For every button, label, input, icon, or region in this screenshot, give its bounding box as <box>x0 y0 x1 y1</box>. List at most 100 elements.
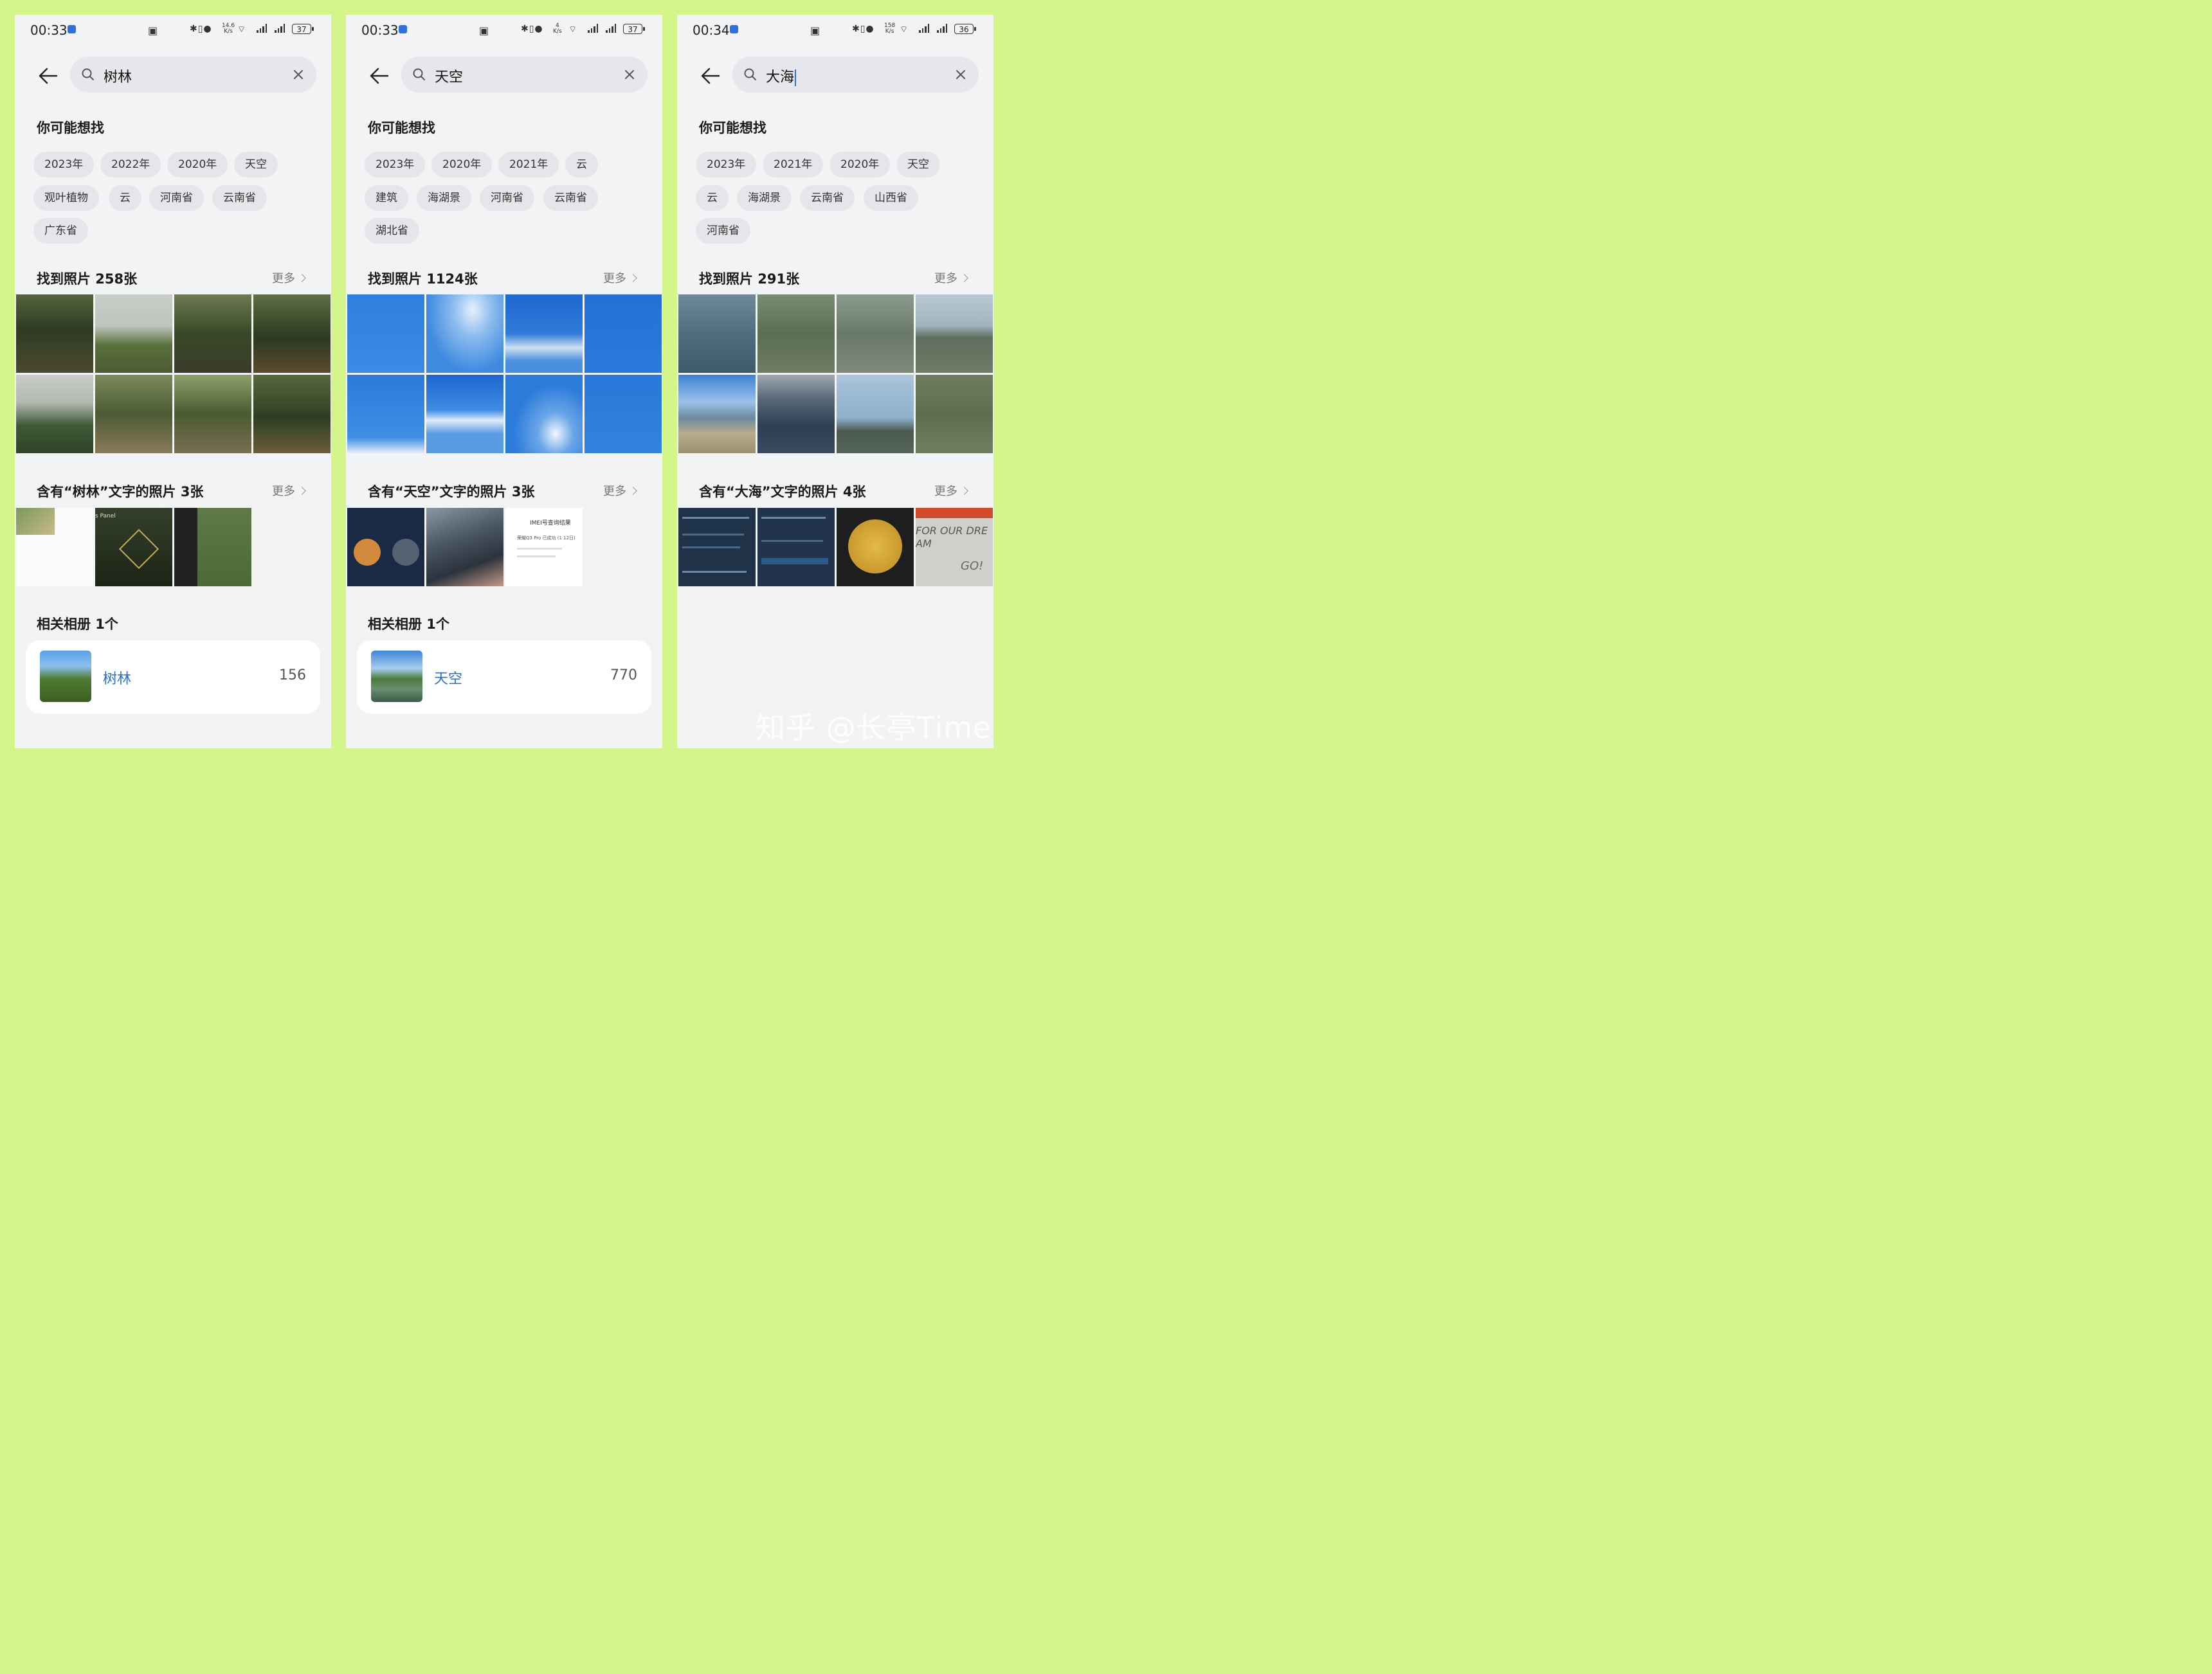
text-photos-more-link[interactable]: 更多 <box>934 482 968 499</box>
photo-thumb[interactable] <box>916 294 993 373</box>
text-photos-more-link[interactable]: 更多 <box>603 482 637 499</box>
suggest-chip[interactable]: 天空 <box>234 152 278 177</box>
signal-icon-2 <box>937 24 947 33</box>
suggest-chip[interactable]: 天空 <box>896 152 940 177</box>
text-photo-thumb[interactable] <box>837 508 914 586</box>
search-input[interactable]: 大海 <box>732 57 979 93</box>
search-query[interactable]: 大海 <box>766 66 797 86</box>
suggest-chip[interactable]: 河南省 <box>696 218 750 244</box>
photo-thumb[interactable] <box>347 375 424 453</box>
chevron-right-icon <box>629 274 637 282</box>
text-photo-thumb[interactable] <box>347 508 424 586</box>
photo-thumb[interactable] <box>585 294 662 373</box>
photo-thumb[interactable] <box>678 294 756 373</box>
text-photo-thumb[interactable] <box>757 508 835 586</box>
text-photo-thumb[interactable] <box>426 508 503 586</box>
text-photos-more-link[interactable]: 更多 <box>272 482 306 499</box>
chevron-right-icon <box>298 487 306 495</box>
photo-thumb[interactable] <box>916 375 993 453</box>
search-icon <box>82 68 94 80</box>
nfc-icon: ▣ <box>148 24 158 37</box>
back-arrow-icon[interactable] <box>37 65 59 87</box>
photo-thumb[interactable] <box>505 375 583 453</box>
text-photos-section-title: 含有“天空”文字的照片 3张 <box>368 484 535 500</box>
text-photo-thumb[interactable]: s Panel <box>95 508 172 586</box>
suggest-chip[interactable]: 2023年 <box>696 152 757 177</box>
photos-more-link[interactable]: 更多 <box>934 269 968 286</box>
bluetooth-vibrate-location-icon: ✱▯● <box>521 24 543 34</box>
photo-thumb[interactable] <box>678 375 756 453</box>
back-arrow-icon[interactable] <box>368 65 390 87</box>
search-input[interactable]: 天空 <box>401 57 648 93</box>
suggest-chip[interactable]: 湖北省 <box>365 218 419 244</box>
suggest-chip[interactable]: 海湖景 <box>737 185 792 211</box>
suggest-chip[interactable]: 2023年 <box>33 152 95 177</box>
status-time: 00:33 <box>30 22 68 38</box>
photo-thumb[interactable] <box>253 294 331 373</box>
photo-thumb[interactable] <box>585 375 662 453</box>
status-bar: 00:34 ▣ ✱▯● 158 K/s ⌔ 36 <box>677 15 993 44</box>
suggest-chip[interactable]: 云南省 <box>543 185 598 211</box>
suggest-chip[interactable]: 2020年 <box>167 152 228 177</box>
clear-icon[interactable] <box>954 68 967 81</box>
text-photo-thumb[interactable] <box>174 508 251 586</box>
suggest-chip[interactable]: 广东省 <box>33 218 88 244</box>
photo-thumb[interactable] <box>347 294 424 373</box>
photo-thumb[interactable] <box>426 375 503 453</box>
search-icon <box>413 68 425 80</box>
message-notification-icon <box>730 25 738 33</box>
photo-thumb[interactable] <box>95 294 172 373</box>
suggest-chip[interactable]: 河南省 <box>149 185 204 211</box>
text-photo-thumb[interactable]: IMEI号查询结果 荣耀Q3 Pro 已成功 (1 12日) <box>505 508 583 586</box>
suggest-chip[interactable]: 2022年 <box>100 152 161 177</box>
suggest-chip[interactable]: 2020年 <box>830 152 891 177</box>
photo-thumb[interactable] <box>16 375 93 453</box>
suggest-chip[interactable]: 2021年 <box>763 152 824 177</box>
nfc-icon: ▣ <box>479 24 489 37</box>
suggest-chip[interactable]: 河南省 <box>480 185 534 211</box>
photos-more-link[interactable]: 更多 <box>272 269 306 286</box>
photo-thumb[interactable] <box>95 375 172 453</box>
suggest-chip[interactable]: 观叶植物 <box>33 185 99 211</box>
suggest-chip[interactable]: 云 <box>565 152 598 177</box>
suggest-chip[interactable]: 云南省 <box>212 185 267 211</box>
photo-thumb[interactable] <box>16 294 93 373</box>
search-query: 天空 <box>435 69 464 86</box>
suggest-title: 你可能想找 <box>699 120 766 136</box>
signal-icon-2 <box>606 24 616 33</box>
photo-thumb[interactable] <box>505 294 583 373</box>
photo-thumb[interactable] <box>174 375 251 453</box>
net-speed: 14.6 K/s <box>222 22 235 35</box>
photo-thumb[interactable] <box>757 294 835 373</box>
photo-thumb[interactable] <box>253 375 331 453</box>
suggest-chip[interactable]: 2020年 <box>431 152 493 177</box>
suggest-chip[interactable]: 建筑 <box>365 185 408 211</box>
suggest-chip[interactable]: 云 <box>109 185 141 211</box>
suggest-chip[interactable]: 山西省 <box>864 185 918 211</box>
status-bar: 00:33 ▣ ✱▯● 14.6 K/s ⌔ 37 <box>15 15 331 44</box>
clear-icon[interactable] <box>292 68 305 81</box>
album-card[interactable]: 天空 770 <box>357 640 651 714</box>
net-speed: 4 K/s <box>553 22 562 35</box>
status-bar: 00:33 ▣ ✱▯● 4 K/s ⌔ 37 <box>346 15 662 44</box>
photo-thumb[interactable] <box>837 375 914 453</box>
album-card[interactable]: 树林 156 <box>26 640 320 714</box>
chevron-right-icon <box>629 487 637 495</box>
photo-thumb[interactable] <box>174 294 251 373</box>
suggest-chip[interactable]: 2023年 <box>365 152 426 177</box>
text-photo-thumb[interactable]: FOR OUR DRE AM GO! <box>916 508 993 586</box>
suggest-chip[interactable]: 2021年 <box>498 152 559 177</box>
photo-thumb[interactable] <box>837 294 914 373</box>
photo-thumb[interactable] <box>426 294 503 373</box>
photo-thumb[interactable] <box>757 375 835 453</box>
clear-icon[interactable] <box>623 68 636 81</box>
suggest-chip[interactable]: 云 <box>696 185 729 211</box>
text-photo-thumb[interactable] <box>678 508 756 586</box>
back-arrow-icon[interactable] <box>699 65 721 87</box>
wifi-icon: ⌔ <box>568 24 578 35</box>
search-input[interactable]: 树林 <box>70 57 316 93</box>
photos-more-link[interactable]: 更多 <box>603 269 637 286</box>
suggest-chip[interactable]: 海湖景 <box>417 185 471 211</box>
suggest-chip[interactable]: 云南省 <box>800 185 855 211</box>
text-photo-thumb[interactable] <box>16 508 93 586</box>
